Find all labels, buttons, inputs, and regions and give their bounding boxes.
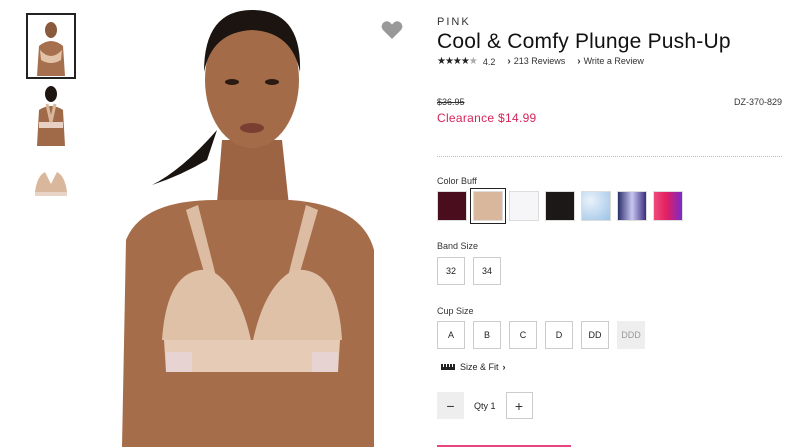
cup-size-d[interactable]: D <box>545 321 573 349</box>
ruler-icon <box>441 364 455 370</box>
color-swatch-buff[interactable] <box>470 188 506 224</box>
band-size-options: 32 34 <box>437 257 509 285</box>
quantity-stepper: − Qty 1 + <box>437 392 533 419</box>
model-front-thumbnail-image <box>29 16 73 76</box>
reviews-label: 213 Reviews <box>513 56 566 66</box>
cup-size-c[interactable]: C <box>509 321 537 349</box>
product-sku: DZ-370-829 <box>733 97 782 107</box>
quantity-decrease-button[interactable]: − <box>437 392 464 419</box>
thumbnail-product[interactable] <box>26 149 76 215</box>
divider <box>437 156 782 157</box>
size-fit-label: Size & Fit <box>460 362 499 372</box>
color-swatches <box>437 188 689 224</box>
quantity-label: Qty 1 <box>474 400 496 411</box>
cup-size-b[interactable]: B <box>473 321 501 349</box>
band-size-32[interactable]: 32 <box>437 257 465 285</box>
thumbnail-back[interactable] <box>26 81 76 147</box>
color-swatch-black[interactable] <box>545 191 575 221</box>
color-swatch-white[interactable] <box>509 191 539 221</box>
original-price: $36.95 <box>437 97 465 107</box>
cup-size-dd[interactable]: DD <box>581 321 609 349</box>
thumbnail-front[interactable] <box>26 13 76 79</box>
chevron-right-icon: › <box>502 362 506 372</box>
color-swatch-pink-ombre[interactable] <box>653 191 683 221</box>
main-product-image <box>112 0 422 447</box>
model-back-thumbnail-image <box>29 82 73 146</box>
color-label: Color Buff <box>437 176 477 186</box>
brand-name: PINK <box>437 16 471 28</box>
color-swatch-blue-tie-dye[interactable] <box>581 191 611 221</box>
sale-price: Clearance $14.99 <box>437 111 537 125</box>
color-swatch-navy-ombre[interactable] <box>617 191 647 221</box>
color-swatch-burgundy[interactable] <box>437 191 467 221</box>
band-size-label: Band Size <box>437 241 479 251</box>
cup-size-options: A B C D DD DDD <box>437 321 653 349</box>
size-fit-link[interactable]: Size & Fit › <box>441 362 506 372</box>
write-review-label: Write a Review <box>583 56 644 66</box>
rating-value: 4.2 <box>482 56 496 67</box>
band-size-34[interactable]: 34 <box>473 257 501 285</box>
favorite-button[interactable] <box>380 18 404 42</box>
thumbnail-list <box>26 13 76 217</box>
product-title: Cool & Comfy Plunge Push-Up <box>437 30 731 53</box>
quantity-increase-button[interactable]: + <box>505 392 533 419</box>
chevron-right-icon: › <box>507 56 511 67</box>
star-rating: ★★★★★ <box>437 56 478 67</box>
write-review-link[interactable]: › Write a Review <box>577 56 644 67</box>
cup-size-ddd: DDD <box>617 321 645 349</box>
rating-row: ★★★★★ 4.2 › 213 Reviews › Write a Review <box>437 56 644 67</box>
reviews-link[interactable]: › 213 Reviews <box>507 56 565 67</box>
product-thumbnail-image <box>29 162 73 202</box>
cup-size-a[interactable]: A <box>437 321 465 349</box>
chevron-right-icon: › <box>577 56 581 67</box>
heart-icon <box>381 21 403 39</box>
cup-size-label: Cup Size <box>437 306 474 316</box>
